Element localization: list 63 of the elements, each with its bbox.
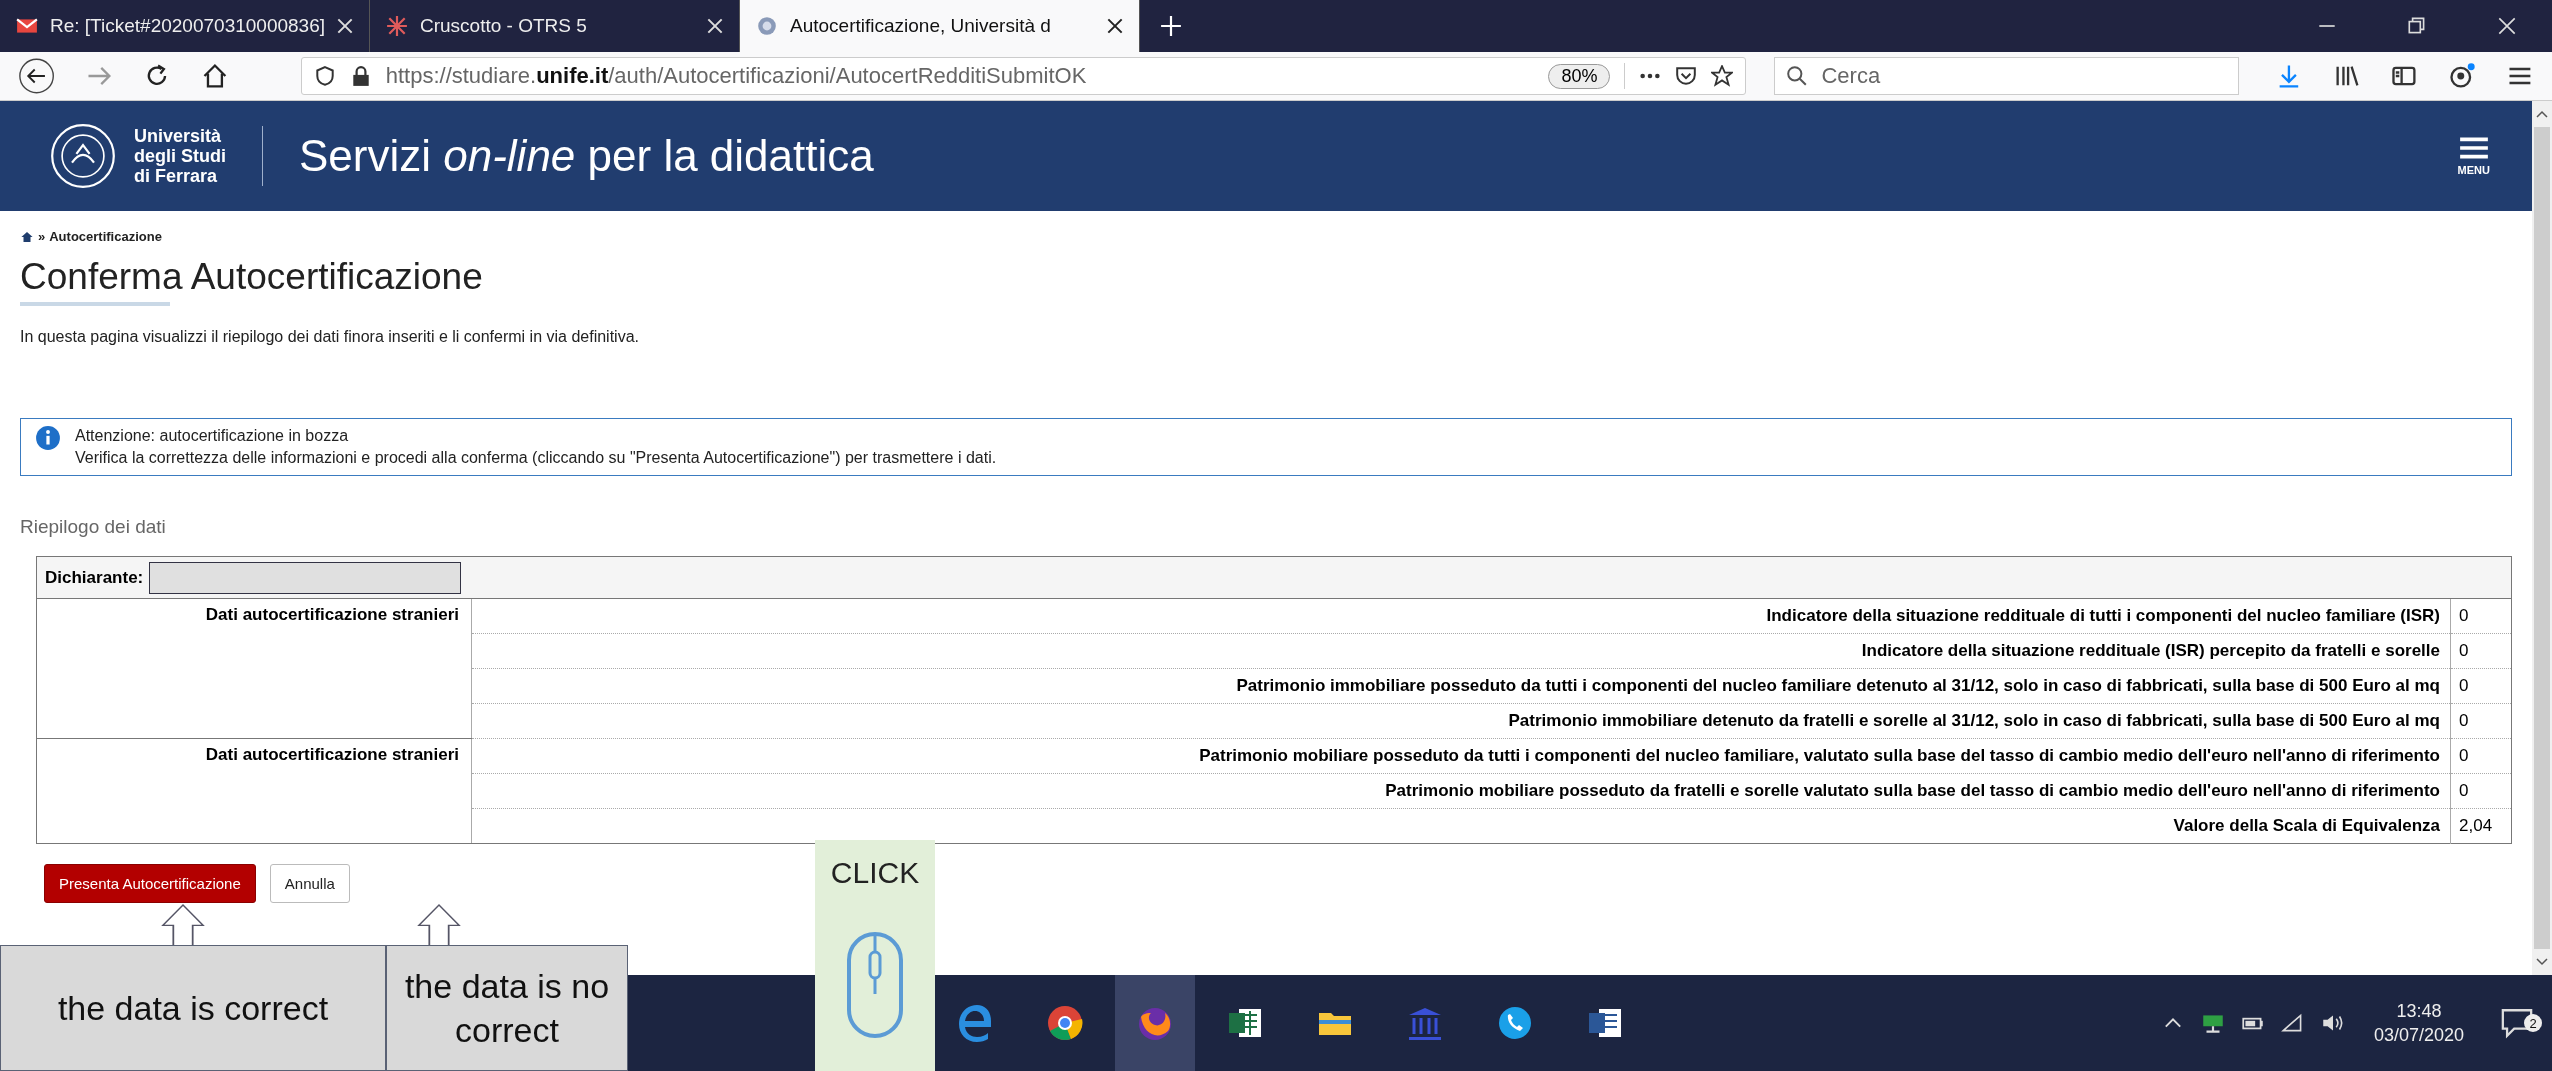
university-name: di Ferrara: [134, 166, 219, 186]
address-field[interactable]: https://studiare.unife.it/auth/Autocertificazioni/AutocertRedditiSubmitOK 80%: [300, 57, 1747, 95]
breadcrumb-separator: »: [38, 229, 46, 244]
browser-tab[interactable]: Autocertificazione, Università d: [740, 0, 1140, 52]
zoom-level[interactable]: 80%: [1548, 63, 1611, 89]
table-cell: Patrimonio mobiliare posseduto da tutti i componenti del nucleo familiare, valutato sulla base del tasso di cambio medio dell'euro nell'anno di riferimento: [1199, 746, 2440, 765]
section-heading: Riepilogo dei dati: [20, 516, 167, 538]
annotation-note: the data is correct: [0, 945, 386, 1071]
info-icon: [35, 425, 61, 451]
tab-title: Cruscotto - OTRS 5: [420, 15, 588, 37]
table-cell: 2,04: [2459, 816, 2493, 835]
search-field[interactable]: Cerca: [1774, 57, 2239, 95]
shield-icon: [313, 65, 336, 87]
group-label: Dati autocertificazione stranieri: [205, 745, 459, 764]
breadcrumb-current: Autocertificazione: [49, 229, 162, 244]
scroll-down-icon[interactable]: [2536, 957, 2548, 967]
pocket-icon[interactable]: [1675, 65, 1698, 87]
notice-text: Verifica la correttezza delle informazioni e procedi alla conferma (cliccando su "Presenta Autocertificazione") per trasmettere i dati.: [75, 448, 997, 468]
table-cell: Valore della Scala di Equivalenza: [2173, 816, 2440, 835]
university-name: Università: [134, 126, 223, 146]
scrollbar[interactable]: [2532, 101, 2552, 975]
table-cell: 0: [2459, 746, 2469, 765]
close-icon[interactable]: [1107, 18, 1123, 34]
table-cell: Patrimonio immobiliare posseduto da tutti i componenti del nucleo familiare detenuto al 31/12, solo in caso di fabbricati, sulla base di 500 Euro al mq: [1236, 676, 2440, 695]
account-icon[interactable]: [2448, 61, 2477, 91]
crest-icon: [756, 15, 778, 37]
annotation-note: the data is no correct: [386, 945, 628, 1071]
mouse-icon: [845, 930, 905, 1040]
star-icon[interactable]: [1711, 65, 1734, 87]
notifications-button[interactable]: 2: [2492, 1006, 2542, 1040]
table-cell: Patrimonio mobiliare posseduto da fratelli e sorelle valutato sulla base del tasso di cambio medio dell'euro nell'anno di riferimento: [1385, 781, 2440, 800]
table-cell: 0: [2459, 641, 2469, 660]
cancel-button[interactable]: Annulla: [269, 864, 350, 903]
browser-ball-icon: [1045, 1003, 1085, 1043]
back-icon[interactable]: [18, 56, 56, 96]
university-name: degli Studi: [134, 146, 226, 166]
clock[interactable]: 13:48 03/07/2020: [2373, 999, 2464, 1047]
new-tab-icon[interactable]: [1160, 15, 1182, 37]
click-label: CLICK: [830, 856, 920, 890]
group-label: Dati autocertificazione stranieri: [205, 605, 459, 624]
search-icon: [1786, 65, 1809, 87]
table-cell: 0: [2459, 676, 2469, 695]
notice-title: Attenzione: autocertificazione in bozza: [75, 426, 350, 446]
burst-icon: [386, 15, 408, 37]
tab-title: Re: [Ticket#2020070310000836]: [50, 15, 325, 37]
message-icon: [2500, 1006, 2534, 1040]
table-cell: Indicatore della situazione reddituale (ISR) percepito da fratelli e sorelle: [1861, 641, 2440, 660]
table-cell: 0: [2459, 711, 2469, 730]
table-cell: 0: [2459, 606, 2469, 625]
tab-title: Autocertificazione, Università d: [790, 15, 1052, 37]
site-title: Servizi on-line per la didattica: [299, 131, 874, 181]
intro-text: In questa pagina visualizzi il riepilogo dei dati finora inseriti e li confermi in via definitiva.: [20, 328, 640, 346]
university-seal-icon: [50, 123, 116, 189]
declarant-label: Dichiarante:: [45, 567, 144, 588]
table-cell: 0: [2459, 781, 2469, 800]
menu-button[interactable]: MENU: [2443, 136, 2504, 176]
submit-button[interactable]: Presenta Autocertificazione: [44, 864, 256, 903]
table-cell: Indicatore della situazione reddituale di tutti i componenti del nucleo familiare (ISR): [1766, 606, 2440, 625]
close-icon[interactable]: [2496, 15, 2518, 37]
table-cell: Patrimonio immobiliare detenuto da fratelli e sorelle al 31/12, solo in caso di fabbricati, sulla base di 500 Euro al mq: [1508, 711, 2440, 730]
scroll-up-icon[interactable]: [2536, 109, 2548, 119]
page-title: Conferma Autocertificazione: [20, 256, 484, 298]
menu-icon: [2457, 136, 2490, 160]
